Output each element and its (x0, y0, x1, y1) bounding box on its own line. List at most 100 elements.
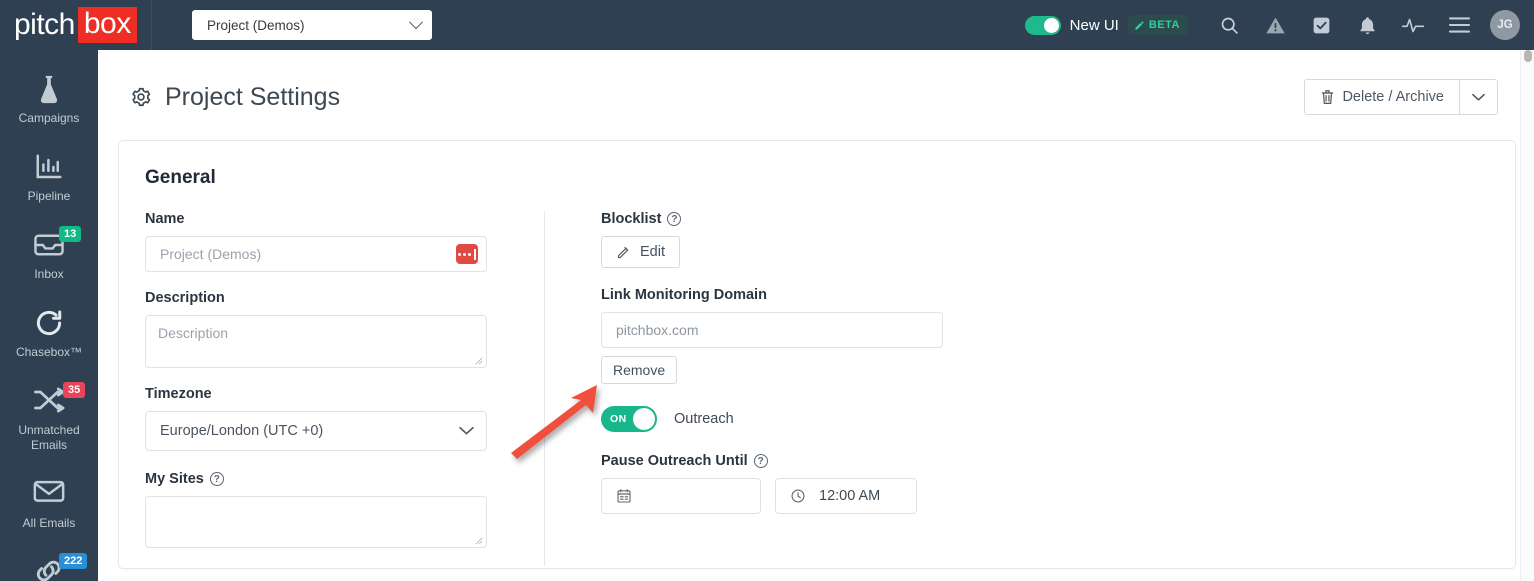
trash-icon (1322, 90, 1334, 104)
envelope-icon (33, 479, 65, 513)
sidebar-label: Chasebox™ (15, 345, 83, 359)
blocklist-edit-button[interactable]: Edit (601, 236, 680, 268)
chevron-down-icon (408, 15, 424, 30)
ellipsis-icon[interactable] (456, 244, 478, 264)
beta-badge-label: BETA (1148, 19, 1180, 31)
timezone-value: Europe/London (UTC +0) (160, 423, 324, 439)
outreach-toggle[interactable]: ON (601, 406, 657, 432)
sidebar-badge: 13 (59, 226, 82, 242)
section-title-general: General (145, 167, 216, 188)
vertical-scrollbar[interactable] (1520, 50, 1534, 581)
sidebar-item-chasebox[interactable]: Chasebox™ (0, 298, 98, 370)
description-placeholder: Description (158, 325, 229, 341)
outreach-label: Outreach (674, 411, 734, 427)
project-selector-value: Project (Demos) (207, 17, 305, 33)
inbox-tray-icon: 13 (33, 226, 82, 264)
general-settings-card: General Name Project (Demos) Description (118, 140, 1516, 569)
top-bar: pitch box Project (Demos) New UI BETA JG (0, 0, 1534, 50)
name-input[interactable]: Project (Demos) (145, 236, 487, 272)
left-column: Name Project (Demos) Description Descrip… (145, 211, 545, 566)
project-selector[interactable]: Project (Demos) (192, 10, 432, 40)
scrollbar-thumb[interactable] (1524, 50, 1532, 62)
refresh-arrow-icon (34, 308, 64, 342)
shuffle-icon: 35 (33, 382, 86, 420)
help-icon[interactable]: ? (667, 212, 682, 226)
timezone-label: Timezone (145, 386, 516, 402)
pause-time-value: 12:00 AM (819, 488, 881, 504)
help-icon[interactable]: ? (209, 472, 224, 486)
sidebar-badge: 222 (59, 553, 88, 569)
gear-icon (132, 87, 151, 107)
sidebar-label: Campaigns (18, 111, 80, 125)
page-title: Project Settings (165, 82, 341, 111)
description-label: Description (145, 290, 516, 306)
app-root: pitch box Project (Demos) New UI BETA JG… (0, 0, 1534, 581)
name-input-placeholder: Project (Demos) (160, 246, 262, 262)
beta-badge[interactable]: BETA (1127, 15, 1188, 35)
delete-archive-dropdown-button[interactable] (1460, 79, 1498, 115)
new-ui-toggle[interactable] (1024, 15, 1061, 35)
avatar[interactable]: JG (1490, 10, 1520, 40)
link-monitoring-remove-button[interactable]: Remove (601, 356, 678, 384)
header-actions: Delete / Archive (1304, 79, 1498, 115)
sidebar-item-unmatched-emails[interactable]: 35 Unmatched Emails (0, 376, 98, 463)
resize-grip-icon[interactable] (474, 356, 483, 365)
link-monitoring-input[interactable]: pitchbox.com (601, 312, 943, 348)
page-header: Project Settings Delete / Archive (98, 50, 1534, 122)
chevron-down-icon (1472, 93, 1485, 101)
clock-icon (791, 489, 805, 503)
sidebar-label: Inbox (34, 267, 64, 281)
blocklist-edit-label: Edit (640, 244, 665, 260)
sidebar: Campaigns Pipeline 13 Inbox Chasebox™ 35… (0, 50, 98, 581)
hamburger-menu-icon[interactable] (1436, 0, 1482, 50)
pause-date-input[interactable] (601, 478, 761, 514)
outreach-toggle-row: ON Outreach (601, 406, 943, 432)
sidebar-item-all-emails[interactable]: All Emails (0, 469, 98, 541)
warning-icon[interactable] (1252, 0, 1298, 50)
logo-text-pitch: pitch (14, 8, 75, 41)
pause-outreach-label: Pause Outreach Until ? (601, 453, 943, 469)
right-column: Blocklist ? Edit Link Monitoring Domain (545, 211, 943, 566)
sidebar-label: All Emails (22, 516, 76, 530)
sidebar-item-inbox[interactable]: 13 Inbox (0, 220, 98, 292)
help-icon[interactable]: ? (753, 454, 768, 468)
link-monitoring-placeholder: pitchbox.com (616, 322, 699, 338)
avatar-initials: JG (1497, 19, 1513, 31)
blocklist-label-text: Blocklist (601, 211, 662, 227)
bell-icon[interactable] (1344, 0, 1390, 50)
my-sites-label-text: My Sites (145, 471, 204, 487)
sidebar-label: Pipeline (27, 189, 71, 203)
pause-outreach-label-text: Pause Outreach Until (601, 453, 748, 469)
link-monitoring-label-text: Link Monitoring Domain (601, 287, 767, 303)
search-icon[interactable] (1206, 0, 1252, 50)
name-label-text: Name (145, 211, 185, 227)
timezone-label-text: Timezone (145, 386, 212, 402)
sidebar-label: Unmatched Emails (18, 423, 80, 452)
checkbox-icon[interactable] (1298, 0, 1344, 50)
delete-archive-button[interactable]: Delete / Archive (1304, 79, 1460, 115)
main-content: Project Settings Delete / Archive Genera… (98, 50, 1534, 581)
sidebar-badge: 35 (63, 382, 86, 398)
activity-icon[interactable] (1390, 0, 1436, 50)
blocklist-label: Blocklist ? (601, 211, 943, 227)
resize-grip-icon[interactable] (474, 536, 483, 545)
sidebar-item-campaigns[interactable]: Campaigns (0, 64, 98, 136)
new-ui-label: New UI (1069, 16, 1119, 34)
sidebar-item-link[interactable]: 222 Link (0, 547, 98, 581)
logo-text-box: box (77, 7, 137, 43)
pencil-icon (617, 246, 629, 258)
pencil-icon (1135, 20, 1144, 30)
my-sites-textarea[interactable] (145, 496, 487, 548)
timezone-select[interactable]: Europe/London (UTC +0) (145, 411, 487, 451)
link-monitoring-label: Link Monitoring Domain (601, 287, 943, 303)
chevron-down-icon (459, 426, 474, 435)
name-label: Name (145, 211, 516, 227)
outreach-toggle-state: ON (610, 413, 627, 425)
description-textarea[interactable]: Description (145, 315, 487, 368)
pause-time-input[interactable]: 12:00 AM (775, 478, 917, 514)
delete-archive-label: Delete / Archive (1342, 89, 1444, 105)
my-sites-label: My Sites ? (145, 471, 516, 487)
calendar-icon (617, 489, 631, 503)
app-logo[interactable]: pitch box (0, 0, 152, 50)
sidebar-item-pipeline[interactable]: Pipeline (0, 142, 98, 214)
